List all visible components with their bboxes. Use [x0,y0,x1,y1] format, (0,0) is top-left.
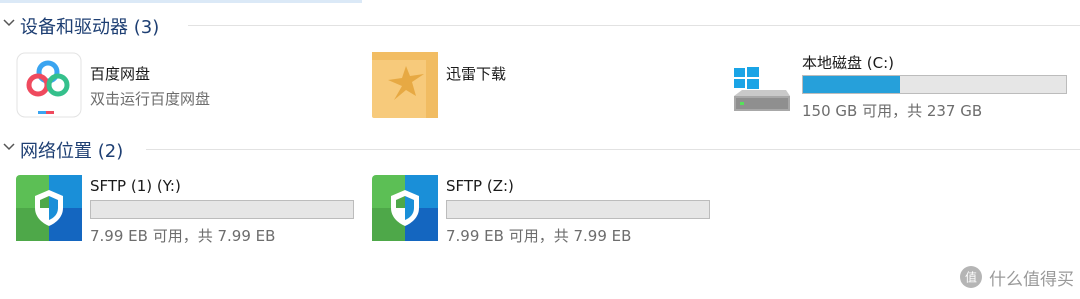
group-divider [146,149,1080,150]
xunlei-folder-icon [372,52,438,118]
storage-free-text: 150 GB 可用，共 237 GB [802,102,983,120]
item-name: SFTP (1) (Y:) [90,177,181,195]
storage-usage-fill [803,76,900,93]
chevron-down-icon[interactable] [2,16,16,30]
group-title-network: 网络位置 (2) [20,141,124,162]
selection-highlight [0,0,362,3]
group-divider [188,25,1080,26]
windows-drive-icon [734,67,790,111]
item-name: 百度网盘 [90,65,151,83]
group-header-devices[interactable]: 设备和驱动器 (3) [0,12,1080,38]
group-header-network[interactable]: 网络位置 (2) [0,136,1080,162]
group-title-devices: 设备和驱动器 (3) [20,17,160,38]
item-sftp-z[interactable]: SFTP (Z:) 7.99 EB 可用，共 7.99 EB [372,175,717,245]
item-local-disk-c[interactable]: 本地磁盘 (C:) 150 GB 可用，共 237 GB [728,52,1073,122]
item-sftp-y[interactable]: SFTP (1) (Y:) 7.99 EB 可用，共 7.99 EB [16,175,361,245]
item-name: 迅雷下载 [446,65,507,83]
storage-free-text: 7.99 EB 可用，共 7.99 EB [446,227,632,245]
storage-usage-bar [802,75,1067,94]
sftp-shield-icon [372,175,438,241]
storage-usage-bar [90,200,354,219]
watermark-text: 什么值得买 [989,269,1074,290]
smzdm-logo-icon: 值 [960,266,982,288]
storage-usage-bar [446,200,710,219]
watermark: 值 什么值得买 [959,263,1074,291]
item-xunlei-download[interactable]: 迅雷下载 [372,52,692,120]
baidu-netdisk-icon [16,52,82,118]
item-name: 本地磁盘 (C:) [802,54,894,72]
item-baidu-netdisk[interactable]: 百度网盘 双击运行百度网盘 [16,52,336,120]
chevron-down-icon[interactable] [2,140,16,154]
item-name: SFTP (Z:) [446,177,514,195]
storage-free-text: 7.99 EB 可用，共 7.99 EB [90,227,276,245]
svg-text:值: 值 [965,270,977,285]
item-subtitle: 双击运行百度网盘 [90,90,211,108]
sftp-shield-icon [16,175,82,241]
